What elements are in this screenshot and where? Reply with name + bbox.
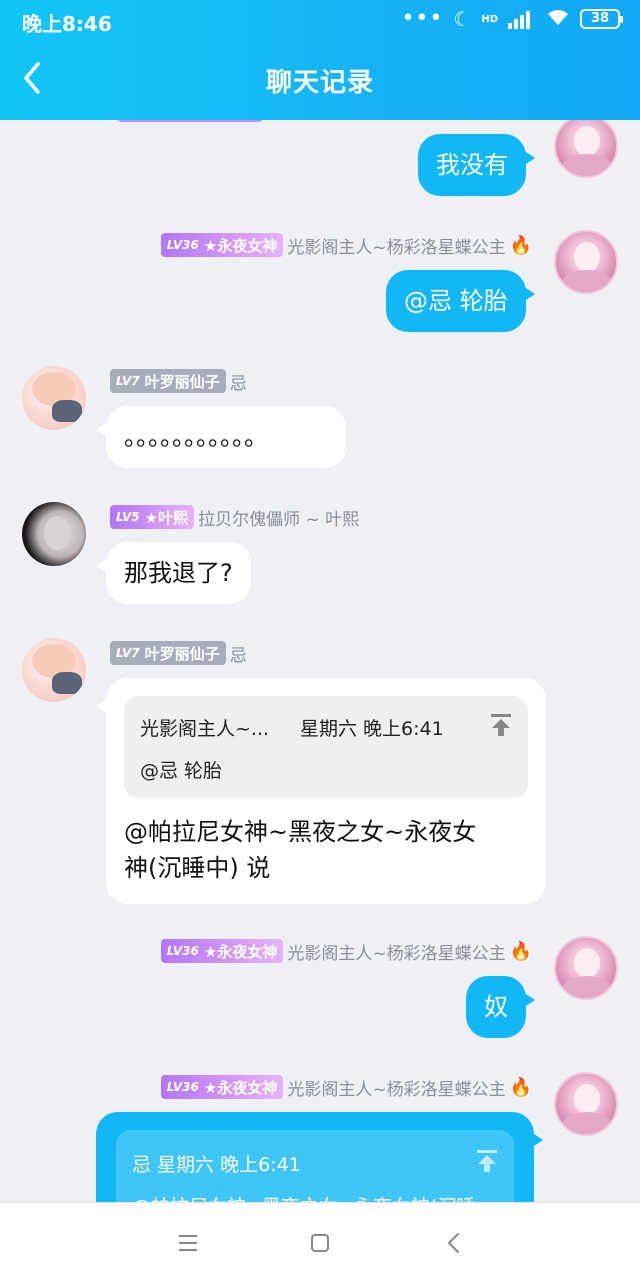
level-badge: LV36 ★永夜女神 <box>160 939 284 963</box>
fire-icon: 🔥 <box>509 234 532 256</box>
level-badge: LV36 ★永夜女神 <box>160 1075 284 1099</box>
back-triangle-icon <box>448 1233 459 1253</box>
back-nav-button[interactable] <box>438 1227 470 1259</box>
sender-meta: LV7 叶罗丽仙子 忌 <box>110 368 247 394</box>
sender-meta: LV36 ★永夜女神 光影阁主人~杨彩洛星蝶公主 🔥 <box>100 232 532 258</box>
chat-history[interactable]: 我没有 LV36 ★永夜女神 光影阁主人~杨彩洛星蝶公主 🔥 @忌 轮胎 LV7 叶… <box>0 120 640 1202</box>
jump-to-top-icon[interactable] <box>474 1148 500 1174</box>
message-bubble[interactable]: 那我退了? <box>97 542 251 604</box>
status-bar: 晚上8:46 ••• ☾ HD 38 <box>0 0 640 40</box>
fire-icon: 🔥 <box>509 940 532 962</box>
avatar[interactable] <box>554 230 618 294</box>
status-time: 晚上8:46 <box>22 12 112 36</box>
reply-message[interactable]: 光影阁主人~... 星期六 晚上6:41 @忌 轮胎 @帕拉尼女神~黑夜之女~永… <box>97 678 546 904</box>
sender-name: 光影阁主人~杨彩洛星蝶公主 <box>287 237 506 258</box>
sender-meta: LV36 ★永夜女神 光影阁主人~杨彩洛星蝶公主 🔥 <box>100 938 532 964</box>
quote-time: 星期六 晚上6:41 <box>300 718 444 740</box>
reply-text: @帕拉尼女神~黑夜之女~永夜女 神(沉睡中) 说 <box>124 814 476 886</box>
signal-icon <box>508 9 536 29</box>
sender-name: 忌 <box>229 645 247 666</box>
quote-sender: 光影阁主人~... <box>140 718 270 740</box>
moon-icon: ☾ <box>453 7 472 31</box>
message-bubble[interactable]: 奴 <box>466 976 535 1038</box>
quoted-message[interactable]: 光影阁主人~... 星期六 晚上6:41 @忌 轮胎 <box>124 696 528 798</box>
top-bar: 晚上8:46 ••• ☾ HD 38 聊天记录 <box>0 0 640 120</box>
avatar[interactable] <box>554 120 618 178</box>
quote-text: @帕拉尼女神~黑夜之女~永夜女神(沉睡 <box>132 1192 475 1202</box>
jump-to-top-icon[interactable] <box>488 712 514 738</box>
avatar[interactable] <box>22 366 86 430</box>
sender-name: 拉贝尔傀儡师 ~ 叶熙 <box>198 509 360 530</box>
fire-icon: 🔥 <box>509 1076 532 1098</box>
avatar[interactable] <box>554 1072 618 1136</box>
reply-text-line: 神(沉睡中) 说 <box>124 854 271 882</box>
home-nav-button[interactable] <box>304 1227 336 1259</box>
page-title: 聊天记录 <box>265 68 374 98</box>
battery-icon: 38 <box>580 9 623 29</box>
avatar[interactable] <box>22 638 86 702</box>
sender-meta: LV7 叶罗丽仙子 忌 <box>110 640 247 666</box>
message-bubble[interactable]: @忌 轮胎 <box>386 270 535 332</box>
quote-text: @忌 轮胎 <box>140 760 223 782</box>
level-badge: LV7 叶罗丽仙子 <box>110 641 226 665</box>
quoted-message[interactable]: 忌 星期六 晚上6:41 @帕拉尼女神~黑夜之女~永夜女神(沉睡 <box>116 1130 514 1202</box>
menu-icon <box>179 1235 197 1251</box>
system-nav-bar <box>0 1202 640 1280</box>
badge-fragment <box>118 120 262 122</box>
message-bubble[interactable]: 我没有 <box>418 134 535 196</box>
sender-name: 忌 <box>229 373 247 394</box>
avatar[interactable] <box>22 502 86 566</box>
level-badge: LV5 ★叶熙 <box>110 505 195 529</box>
reply-message[interactable]: 忌 星期六 晚上6:41 @帕拉尼女神~黑夜之女~永夜女神(沉睡 <box>96 1112 543 1202</box>
notification-dots-icon: ••• <box>401 6 444 31</box>
menu-nav-button[interactable] <box>172 1227 204 1259</box>
message-bubble[interactable]: 。。。。。。。。。。。 <box>97 406 346 468</box>
sender-name: 光影阁主人~杨彩洛星蝶公主 <box>287 1079 506 1100</box>
wifi-icon <box>546 8 570 30</box>
status-icons: ••• ☾ HD 38 <box>401 6 623 31</box>
quote-header: 忌 星期六 晚上6:41 <box>132 1154 301 1176</box>
hd-label: HD <box>481 13 498 25</box>
sender-meta: LV5 ★叶熙 拉贝尔傀儡师 ~ 叶熙 <box>110 504 359 530</box>
sender-name: 光影阁主人~杨彩洛星蝶公主 <box>287 943 506 964</box>
level-badge: LV36 ★永夜女神 <box>160 233 284 257</box>
sender-meta: LV36 ★永夜女神 光影阁主人~杨彩洛星蝶公主 🔥 <box>100 1074 532 1100</box>
reply-text-line: @帕拉尼女神~黑夜之女~永夜女 <box>124 818 477 846</box>
avatar[interactable] <box>554 936 618 1000</box>
home-icon <box>311 1234 329 1252</box>
level-badge: LV7 叶罗丽仙子 <box>110 369 226 393</box>
